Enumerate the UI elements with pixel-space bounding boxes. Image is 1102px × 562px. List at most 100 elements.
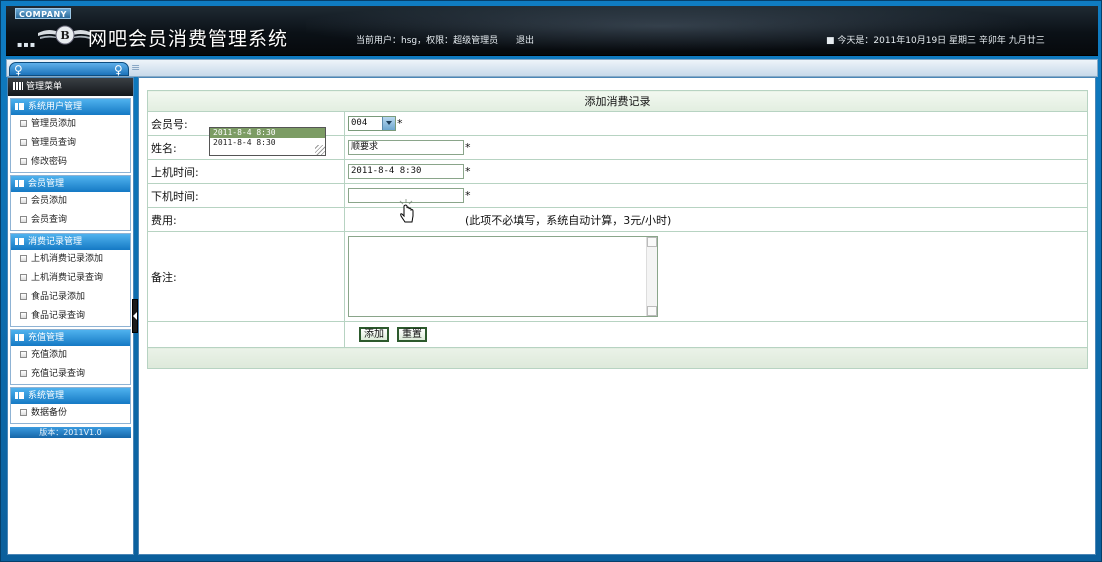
required-mark: *	[397, 117, 403, 130]
group-icon	[15, 392, 24, 399]
form-title: 添加消费记录	[147, 90, 1088, 112]
member-no-value: 004	[351, 118, 368, 128]
menu-item-label: 管理员添加	[31, 119, 77, 129]
menu-item-label: 会员添加	[31, 196, 68, 206]
menu-group-system: 系统管理 数据备份	[10, 387, 131, 424]
menu-item-admin-query[interactable]: 管理员查询	[11, 134, 130, 153]
menu-item-member-query[interactable]: 会员查询	[11, 211, 130, 230]
menu-item-food-add[interactable]: 食品记录添加	[11, 288, 130, 307]
menu-item-label: 数据备份	[31, 408, 68, 418]
end-time-label: 下机时间:	[147, 183, 345, 208]
item-icon	[20, 312, 27, 319]
app-header: COMPANY ▪▪▪ B 网吧会员消费管理系统 当前用户：hsg，权限：超级管…	[6, 6, 1098, 56]
menu-item-label: 充值添加	[31, 350, 68, 360]
group-header[interactable]: 会员管理	[11, 176, 130, 192]
start-time-field[interactable]: 2011-8-4 8:30	[348, 164, 464, 179]
group-header[interactable]: 消费记录管理	[11, 234, 130, 250]
top-tab-bar: ♀ ♀ ≡	[6, 59, 1098, 77]
group-header[interactable]: 系统管理	[11, 388, 130, 404]
item-icon	[20, 351, 27, 358]
group-header[interactable]: 充值管理	[11, 330, 130, 346]
reset-button[interactable]: 重置	[397, 327, 427, 342]
start-time-label: 上机时间:	[147, 159, 345, 184]
name-field[interactable]: 顺要求	[348, 140, 464, 155]
menu-item-usage-query[interactable]: 上机消费记录查询	[11, 269, 130, 288]
menu-group-system-users: 系统用户管理 管理员添加 管理员查询 修改密码	[10, 98, 131, 173]
menu-item-member-add[interactable]: 会员添加	[11, 192, 130, 211]
menu-item-label: 上机消费记录添加	[31, 254, 104, 264]
item-icon	[20, 274, 27, 281]
date-info: ■ 今天是：2011年10月19日 星期三 辛卯年 九月廿三	[826, 36, 1045, 46]
menu-tab: ♀ ♀	[9, 62, 129, 76]
menu-item-recharge-query[interactable]: 充值记录查询	[11, 365, 130, 384]
group-header[interactable]: 系统用户管理	[11, 99, 130, 115]
menu-item-backup[interactable]: 数据备份	[11, 404, 130, 423]
menu-item-label: 修改密码	[31, 157, 68, 167]
company-badge: COMPANY	[15, 8, 71, 19]
group-icon	[15, 103, 24, 110]
fee-label: 费用:	[147, 207, 345, 232]
group-title: 会员管理	[28, 179, 65, 189]
item-icon	[20, 120, 27, 127]
group-title: 系统用户管理	[28, 102, 83, 112]
chevron-down-icon[interactable]	[382, 117, 395, 130]
menu-item-label: 上机消费记录查询	[31, 273, 104, 283]
sidebar: 管理菜单 系统用户管理 管理员添加 管理员查询 修改密码 会员管理 会员添加 会…	[7, 77, 134, 555]
menu-item-recharge-add[interactable]: 充值添加	[11, 346, 130, 365]
pin-icon: ♀	[14, 63, 23, 77]
menu-item-food-query[interactable]: 食品记录查询	[11, 307, 130, 326]
item-icon	[20, 370, 27, 377]
menu-icon	[13, 82, 23, 90]
menu-item-label: 充值记录查询	[31, 369, 86, 379]
form-footer	[147, 347, 1088, 369]
menu-group-consumption: 消费记录管理 上机消费记录添加 上机消费记录查询 食品记录添加 食品记录查询	[10, 233, 131, 327]
group-title: 消费记录管理	[28, 237, 83, 247]
add-button[interactable]: 添加	[359, 327, 389, 342]
svg-text:B: B	[60, 29, 69, 42]
required-mark: *	[465, 141, 471, 154]
logout-link[interactable]: 退出	[516, 33, 534, 46]
menu-title-label: 管理菜单	[26, 82, 63, 92]
required-mark: *	[465, 189, 471, 202]
resize-grip-icon[interactable]	[315, 145, 325, 155]
header-glow	[306, 6, 1098, 56]
header-dots-icon: ▪▪▪	[17, 40, 37, 49]
pin-icon: ♀	[114, 63, 123, 77]
menu-item-label: 管理员查询	[31, 138, 77, 148]
version-label: 版本：2011V1.0	[10, 427, 131, 438]
item-icon	[20, 158, 27, 165]
menu-item-usage-add[interactable]: 上机消费记录添加	[11, 250, 130, 269]
item-icon	[20, 197, 27, 204]
autocomplete-dropdown[interactable]: 2011-8-4 8:30 2011-8-4 8:30	[209, 127, 326, 156]
remark-textarea[interactable]	[348, 236, 658, 317]
autocomplete-option[interactable]: 2011-8-4 8:30	[210, 138, 325, 148]
member-no-select[interactable]: 004	[348, 116, 396, 131]
menu-item-label: 会员查询	[31, 215, 68, 225]
required-mark: *	[465, 165, 471, 178]
group-title: 系统管理	[28, 391, 65, 401]
textarea-scrollbar[interactable]	[646, 237, 657, 316]
fee-hint: (此项不必填写，系统自动计算，3元/小时)	[465, 213, 672, 227]
toggle-lines-icon[interactable]: ≡	[131, 61, 140, 74]
group-icon	[15, 334, 24, 341]
arrow-left-icon	[133, 312, 137, 320]
item-icon	[20, 255, 27, 262]
item-icon	[20, 216, 27, 223]
menu-title: 管理菜单	[8, 78, 133, 96]
autocomplete-option[interactable]: 2011-8-4 8:30	[210, 128, 325, 138]
winged-logo-icon: B	[38, 25, 92, 45]
actions-label-cell	[147, 321, 345, 348]
menu-item-label: 食品记录添加	[31, 292, 86, 302]
app-title: 网吧会员消费管理系统	[88, 28, 289, 50]
current-user-info: 当前用户：hsg，权限：超级管理员	[356, 36, 499, 46]
menu-group-recharge: 充值管理 充值添加 充值记录查询	[10, 329, 131, 385]
menu-item-admin-add[interactable]: 管理员添加	[11, 115, 130, 134]
menu-group-members: 会员管理 会员添加 会员查询	[10, 175, 131, 231]
remark-label: 备注:	[147, 231, 345, 322]
group-icon	[15, 180, 24, 187]
hand-cursor-icon	[399, 199, 414, 223]
menu-item-change-password[interactable]: 修改密码	[11, 153, 130, 172]
scroll-up-icon[interactable]	[647, 237, 657, 247]
item-icon	[20, 409, 27, 416]
scroll-down-icon[interactable]	[647, 306, 657, 316]
